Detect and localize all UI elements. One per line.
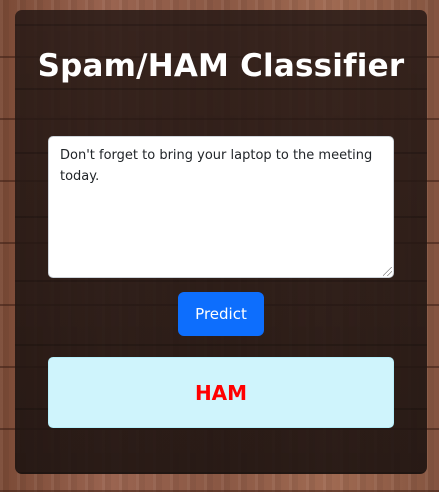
predict-button[interactable]: Predict [178,292,264,336]
page-title: Spam/HAM Classifier [37,48,405,84]
message-input[interactable]: Don't forget to bring your laptop to the… [48,136,394,278]
classifier-card: Spam/HAM Classifier Don't forget to brin… [15,10,427,474]
prediction-label: HAM [194,380,248,405]
prediction-result-box: HAM [48,357,394,428]
